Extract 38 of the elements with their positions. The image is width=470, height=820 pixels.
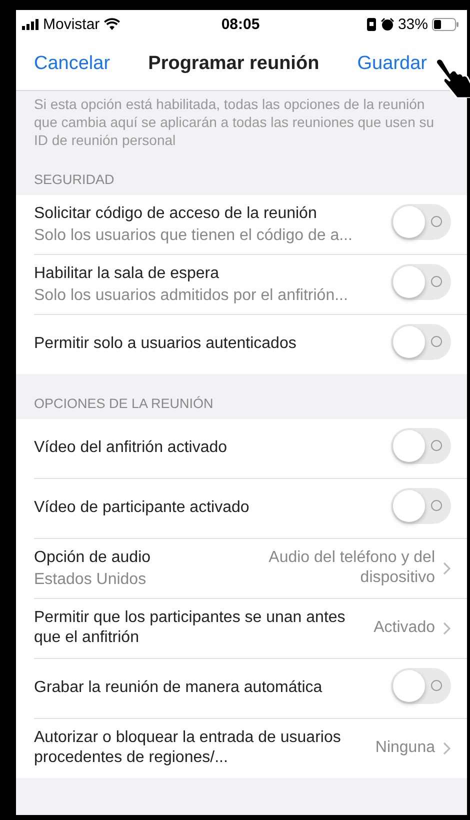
setting-label: Grabar la reunión de manera automática [34,678,324,698]
chevron-right-icon [443,622,451,635]
toggle-switch[interactable] [391,264,451,300]
lock-rotation-icon [366,18,377,30]
setting-description: Estados Unidos [34,570,148,589]
section-header: SEGURIDAD [34,172,114,187]
setting-label: Opción de audio [34,548,152,568]
clock-time: 08:05 [221,16,260,32]
setting-label: Solicitar código de acceso de la reunión [34,204,318,224]
setting-value[interactable]: Ninguna [375,738,435,758]
toggle-switch[interactable] [391,488,451,524]
setting-label: Vídeo del anfitrión activado [34,438,228,458]
carrier-name: Movistar [43,16,100,32]
setting-label: Permitir que los participantes se unan antes que el anfitrión [34,608,346,648]
battery-percent: 33% [398,16,428,32]
toggle-switch[interactable] [391,324,451,360]
setting-value[interactable]: Audio del teléfono y del dispositivo [241,548,435,588]
cancel-button[interactable]: Cancelar [34,49,110,79]
setting-label: Autorizar o bloquear la entrada de usuarios procedentes de regiones/... [34,728,342,768]
signal-icon [22,18,39,30]
save-button[interactable]: Guardar [357,49,427,79]
setting-description: Solo los usuarios que tienen el código de a... [34,226,354,245]
info-note: Si esta opción está habilitada, todas las opciones de la reunión que cambia aquí se aplicarán a todas las reuniones que usen su ID de reunión personal [33,95,436,150]
chevron-right-icon [443,562,451,575]
setting-label: Vídeo de participante activado [34,498,250,518]
setting-label: Permitir solo a usuarios autenticados [34,334,298,354]
setting-description: Solo los usuarios admitidos por el anfitrión... [34,286,349,305]
alarm-icon [380,18,394,30]
toggle-switch[interactable] [391,204,451,240]
setting-value[interactable]: Activado [374,618,435,638]
wifi-icon [104,18,120,30]
chevron-right-icon [443,742,451,755]
battery-icon [432,18,459,30]
setting-label: Habilitar la sala de espera [34,264,220,284]
screen-title: Programar reunión [148,53,320,75]
toggle-switch[interactable] [391,428,451,464]
section-header: OPCIONES DE LA REUNIÓN [34,396,214,411]
toggle-switch[interactable] [391,668,451,704]
